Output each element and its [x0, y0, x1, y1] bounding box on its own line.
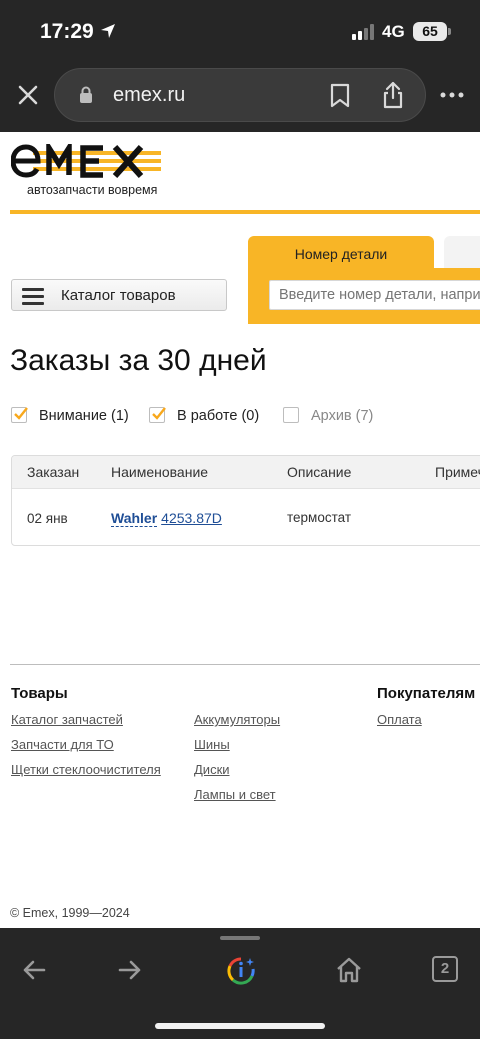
cellular-signal-icon — [352, 24, 374, 40]
table-header: Заказан Наименование Описание Примеч — [12, 456, 480, 489]
status-time: 17:29 — [40, 20, 94, 43]
column-header-name: Наименование — [111, 464, 209, 480]
filter-label: Внимание (1) — [39, 408, 129, 424]
footer-divider — [10, 664, 480, 665]
header-divider — [10, 210, 480, 214]
checkbox-archive[interactable] — [283, 407, 299, 423]
column-header-note: Примеч — [435, 464, 480, 480]
forward-arrow-icon[interactable] — [116, 956, 144, 984]
site-logo[interactable] — [10, 138, 173, 185]
bookmark-icon[interactable] — [329, 83, 351, 109]
catalog-button-label: Каталог товаров — [61, 287, 176, 304]
home-icon[interactable] — [335, 956, 363, 984]
google-lens-icon[interactable] — [226, 956, 256, 986]
filter-label: В работе (0) — [177, 408, 260, 424]
footer-heading-goods: Товары — [11, 685, 68, 702]
copyright: © Emex, 1999—2024 — [10, 906, 130, 920]
battery-icon: 65 — [413, 22, 451, 41]
sheet-handle[interactable] — [220, 936, 260, 940]
browser-toolbar: emex.ru — [0, 62, 480, 132]
catalog-menu-button[interactable]: Каталог товаров — [11, 279, 227, 311]
checkmark-icon — [14, 407, 28, 420]
emex-logo-graphic — [10, 138, 161, 179]
tab-switcher-icon[interactable]: 2 — [432, 956, 458, 982]
site-tagline: автозапчасти вовремя — [27, 183, 158, 197]
part-number-search-input[interactable] — [269, 280, 480, 310]
lock-icon — [80, 86, 92, 103]
close-icon[interactable] — [15, 82, 41, 108]
footer-link-lamps[interactable]: Лампы и свет — [194, 787, 276, 802]
column-header-description: Описание — [287, 464, 352, 480]
location-arrow-icon — [101, 24, 115, 38]
address-bar[interactable]: emex.ru — [54, 68, 426, 122]
checkmark-icon — [152, 407, 166, 420]
order-item-name: Wahler 4253.87D — [111, 510, 222, 527]
more-options-icon[interactable] — [440, 92, 464, 98]
tab-part-number[interactable]: Номер детали — [248, 236, 434, 272]
url-text[interactable]: emex.ru — [113, 84, 185, 107]
back-arrow-icon[interactable] — [20, 956, 48, 984]
search-panel — [248, 268, 480, 324]
hamburger-icon — [22, 288, 44, 309]
footer-link-batteries[interactable]: Аккумуляторы — [194, 712, 280, 727]
status-bar: 17:29 4G 65 — [0, 0, 480, 62]
checkbox-in-progress[interactable] — [149, 407, 166, 423]
footer-link-payment[interactable]: Оплата — [377, 712, 422, 727]
part-number-link[interactable]: 4253.87D — [161, 510, 222, 526]
share-icon[interactable] — [381, 81, 405, 109]
network-type: 4G — [382, 22, 405, 41]
page-title: Заказы за 30 дней — [10, 344, 267, 377]
filter-label: Архив (7) — [311, 408, 374, 424]
home-indicator — [155, 1023, 325, 1029]
brand-link[interactable]: Wahler — [111, 510, 158, 527]
footer-link-maintenance-parts[interactable]: Запчасти для ТО — [11, 737, 114, 752]
order-date: 02 янв — [27, 511, 68, 526]
footer-link-tires[interactable]: Шины — [194, 737, 230, 752]
column-header-date: Заказан — [27, 464, 80, 480]
footer-heading-buyers: Покупателям — [377, 685, 476, 702]
tab-secondary[interactable] — [444, 236, 480, 268]
footer-link-parts-catalog[interactable]: Каталог запчастей — [11, 712, 123, 727]
footer-link-wiper-blades[interactable]: Щетки стеклоочистителя — [11, 762, 161, 777]
footer-link-wheels[interactable]: Диски — [194, 762, 230, 777]
browser-bottom-toolbar: 2 — [0, 928, 480, 1039]
orders-table: Заказан Наименование Описание Примеч 02 … — [11, 455, 480, 546]
order-description: термостат — [287, 510, 352, 525]
checkbox-attention[interactable] — [11, 407, 28, 423]
